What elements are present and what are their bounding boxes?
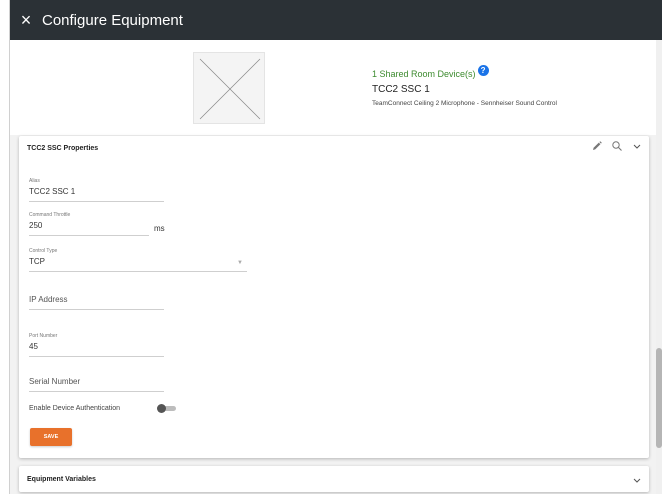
port-number-field[interactable]: Port Number 45 (29, 333, 164, 357)
serial-number-field[interactable]: Serial Number (29, 377, 164, 392)
enable-auth-toggle[interactable] (157, 404, 176, 413)
chevron-down-icon[interactable] (631, 474, 643, 486)
port-number-label: Port Number (29, 333, 58, 339)
pencil-icon[interactable] (591, 140, 603, 152)
scrollbar-thumb[interactable] (656, 348, 662, 448)
close-icon[interactable]: × (10, 0, 42, 40)
toggle-knob (157, 404, 166, 413)
device-header: 1 Shared Room Device(s) ? TCC2 SSC 1 Tea… (10, 40, 656, 135)
alias-label: Alias (29, 178, 40, 184)
app-frame: × Configure Equipment 1 Shared Room Devi… (9, 0, 662, 494)
control-type-value: TCP (29, 257, 45, 266)
ip-address-placeholder: IP Address (29, 295, 68, 304)
search-icon[interactable] (611, 140, 623, 152)
ip-address-field[interactable]: IP Address (29, 295, 164, 310)
device-name: TCC2 SSC 1 (372, 84, 430, 95)
command-throttle-underline (29, 235, 149, 236)
title-bar: × Configure Equipment (10, 0, 662, 40)
equipment-variables-title: Equipment Variables (27, 476, 96, 483)
control-type-label: Control Type (29, 248, 58, 254)
properties-title: TCC2 SSC Properties (27, 145, 99, 152)
control-type-underline (29, 271, 247, 272)
dropdown-caret-icon: ▼ (237, 260, 243, 266)
enable-auth-row: Enable Device Authentication (29, 404, 176, 413)
command-throttle-unit: ms (154, 224, 165, 233)
alias-underline (29, 201, 164, 202)
port-number-underline (29, 356, 164, 357)
command-throttle-field[interactable]: Command Throttle 250 (29, 212, 149, 236)
command-throttle-label: Command Throttle (29, 212, 71, 218)
device-image (193, 52, 265, 124)
device-description: TeamConnect Ceiling 2 Microphone - Sennh… (372, 100, 557, 107)
properties-actions (591, 140, 643, 152)
port-number-value: 45 (29, 342, 38, 351)
alias-field[interactable]: Alias TCC2 SSC 1 (29, 178, 164, 202)
scrollbar[interactable] (656, 40, 662, 494)
alias-value: TCC2 SSC 1 (29, 187, 76, 196)
shared-device-count-text: 1 Shared Room Device(s) (372, 68, 476, 79)
chevron-down-icon[interactable] (631, 140, 643, 152)
control-type-select[interactable]: Control Type TCP ▼ (29, 248, 247, 272)
serial-number-underline (29, 391, 164, 392)
equipment-variables-actions (631, 474, 643, 486)
help-icon[interactable]: ? (477, 65, 489, 76)
equipment-variables-card[interactable]: Equipment Variables (19, 466, 649, 492)
save-button[interactable]: SAVE (30, 428, 72, 446)
serial-number-placeholder: Serial Number (29, 377, 81, 386)
shared-device-count: 1 Shared Room Device(s) ? (372, 65, 489, 79)
page-title: Configure Equipment (42, 11, 183, 29)
ip-address-underline (29, 309, 164, 310)
properties-card: TCC2 SSC Properties Alias TCC2 SSC 1 Com… (19, 136, 649, 458)
command-throttle-value: 250 (29, 221, 43, 230)
enable-auth-label: Enable Device Authentication (29, 405, 121, 412)
